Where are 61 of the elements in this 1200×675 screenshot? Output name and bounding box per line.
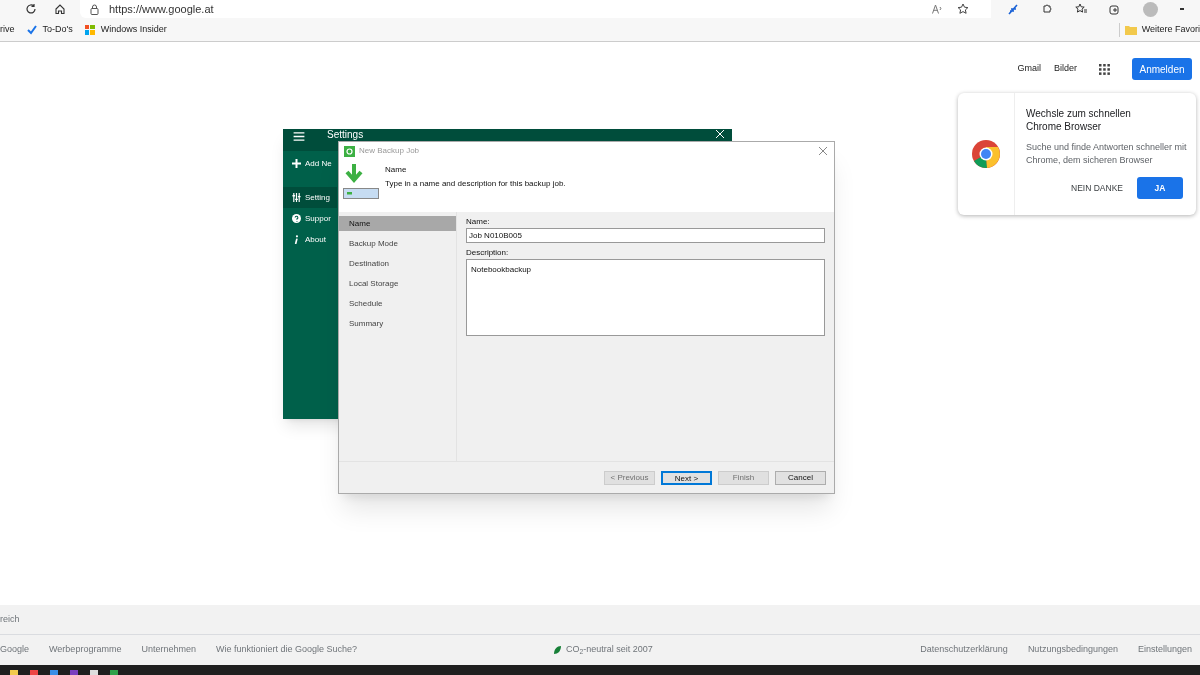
promo-text: Suche und finde Antworten schneller mit Chrome, dem sicheren Browser [1026, 141, 1188, 167]
footer-link[interactable]: Google [0, 643, 30, 657]
collections-icon[interactable] [1109, 3, 1121, 15]
footer-link[interactable]: Nutzungsbedingungen [1027, 643, 1118, 657]
folder-icon [1124, 24, 1137, 35]
address-bar[interactable]: https://www.google.at [80, 0, 991, 18]
sliders-icon [292, 193, 301, 202]
name-field[interactable]: Job N010B005 [466, 228, 825, 243]
sidebar-item[interactable]: Add Ne [283, 153, 337, 174]
chrome-logo-icon [971, 139, 1001, 169]
favorite-link[interactable]: To-Do's [42, 22, 73, 37]
wizard-step[interactable]: Destination [339, 256, 456, 271]
window-title: Settings [327, 130, 364, 140]
favorites-folder[interactable]: Weitere Favori [1141, 22, 1200, 37]
sidebar-item[interactable]: About [283, 229, 337, 250]
star-icon[interactable] [957, 3, 969, 15]
favorites-icon[interactable] [1075, 3, 1087, 15]
apps-grid-icon[interactable] [1099, 63, 1110, 75]
sidebar-item[interactable]: Setting [283, 187, 337, 208]
wizard-step[interactable]: Backup Mode [339, 236, 456, 251]
app-icon [344, 145, 355, 157]
wizard-button[interactable]: Cancel [775, 470, 826, 485]
menu-icon[interactable] [293, 132, 305, 141]
accept-button[interactable]: JA [1137, 177, 1183, 199]
lock-icon [90, 3, 99, 15]
sidebar-item[interactable]: Suppor [283, 208, 337, 229]
dialog-title: New Backup Job [359, 145, 420, 157]
checkmark-icon [26, 24, 37, 35]
header-link[interactable]: Bilder [1054, 62, 1077, 76]
footer-link[interactable]: Wie funktioniert die Google Suche? [215, 643, 358, 657]
carbon-neutral-link[interactable]: CO$_{2}$-neutral seit 2007 [566, 643, 653, 657]
country-label: reich [0, 612, 20, 626]
description-field[interactable]: Notebookbackup [466, 259, 825, 336]
favorite-link[interactable]: rive [0, 22, 15, 37]
plus-icon [292, 159, 301, 168]
wizard-step[interactable]: Name [339, 216, 456, 231]
read-aloud-icon[interactable] [932, 4, 943, 14]
header-link[interactable]: Gmail [1017, 62, 1041, 76]
wizard-step[interactable]: Local Storage [339, 276, 456, 291]
footer-link[interactable]: Unternehmen [141, 643, 196, 657]
windows-logo-icon [84, 24, 95, 35]
sign-in-button[interactable]: Anmelden [1132, 58, 1192, 80]
info-icon [292, 235, 301, 244]
home-icon[interactable] [54, 3, 66, 15]
name-label: Name: [466, 216, 491, 228]
footer-link[interactable]: Einstellungen [1137, 643, 1192, 657]
favorite-link[interactable]: Windows Insider [100, 22, 167, 37]
help-icon [292, 214, 301, 223]
promo-title: Wechsle zum schnellen Chrome Browser [1026, 107, 1132, 133]
leaf-icon [553, 645, 562, 655]
footer-link[interactable]: Datenschutzerklärung [920, 643, 1008, 657]
wizard-step[interactable]: Summary [339, 316, 456, 331]
url-text: https://www.google.at [109, 1, 214, 17]
refresh-icon[interactable] [25, 3, 37, 15]
wizard-step[interactable]: Schedule [339, 296, 456, 311]
footer-link[interactable]: Werbeprogramme [49, 643, 122, 657]
description-label: Description: [466, 247, 510, 259]
step-heading: Name [385, 164, 408, 176]
dismiss-button[interactable]: NEIN DANKE [1071, 181, 1123, 195]
step-description: Type in a name and description for this backup job. [385, 178, 566, 190]
wizard-button[interactable]: Next > [661, 470, 712, 485]
